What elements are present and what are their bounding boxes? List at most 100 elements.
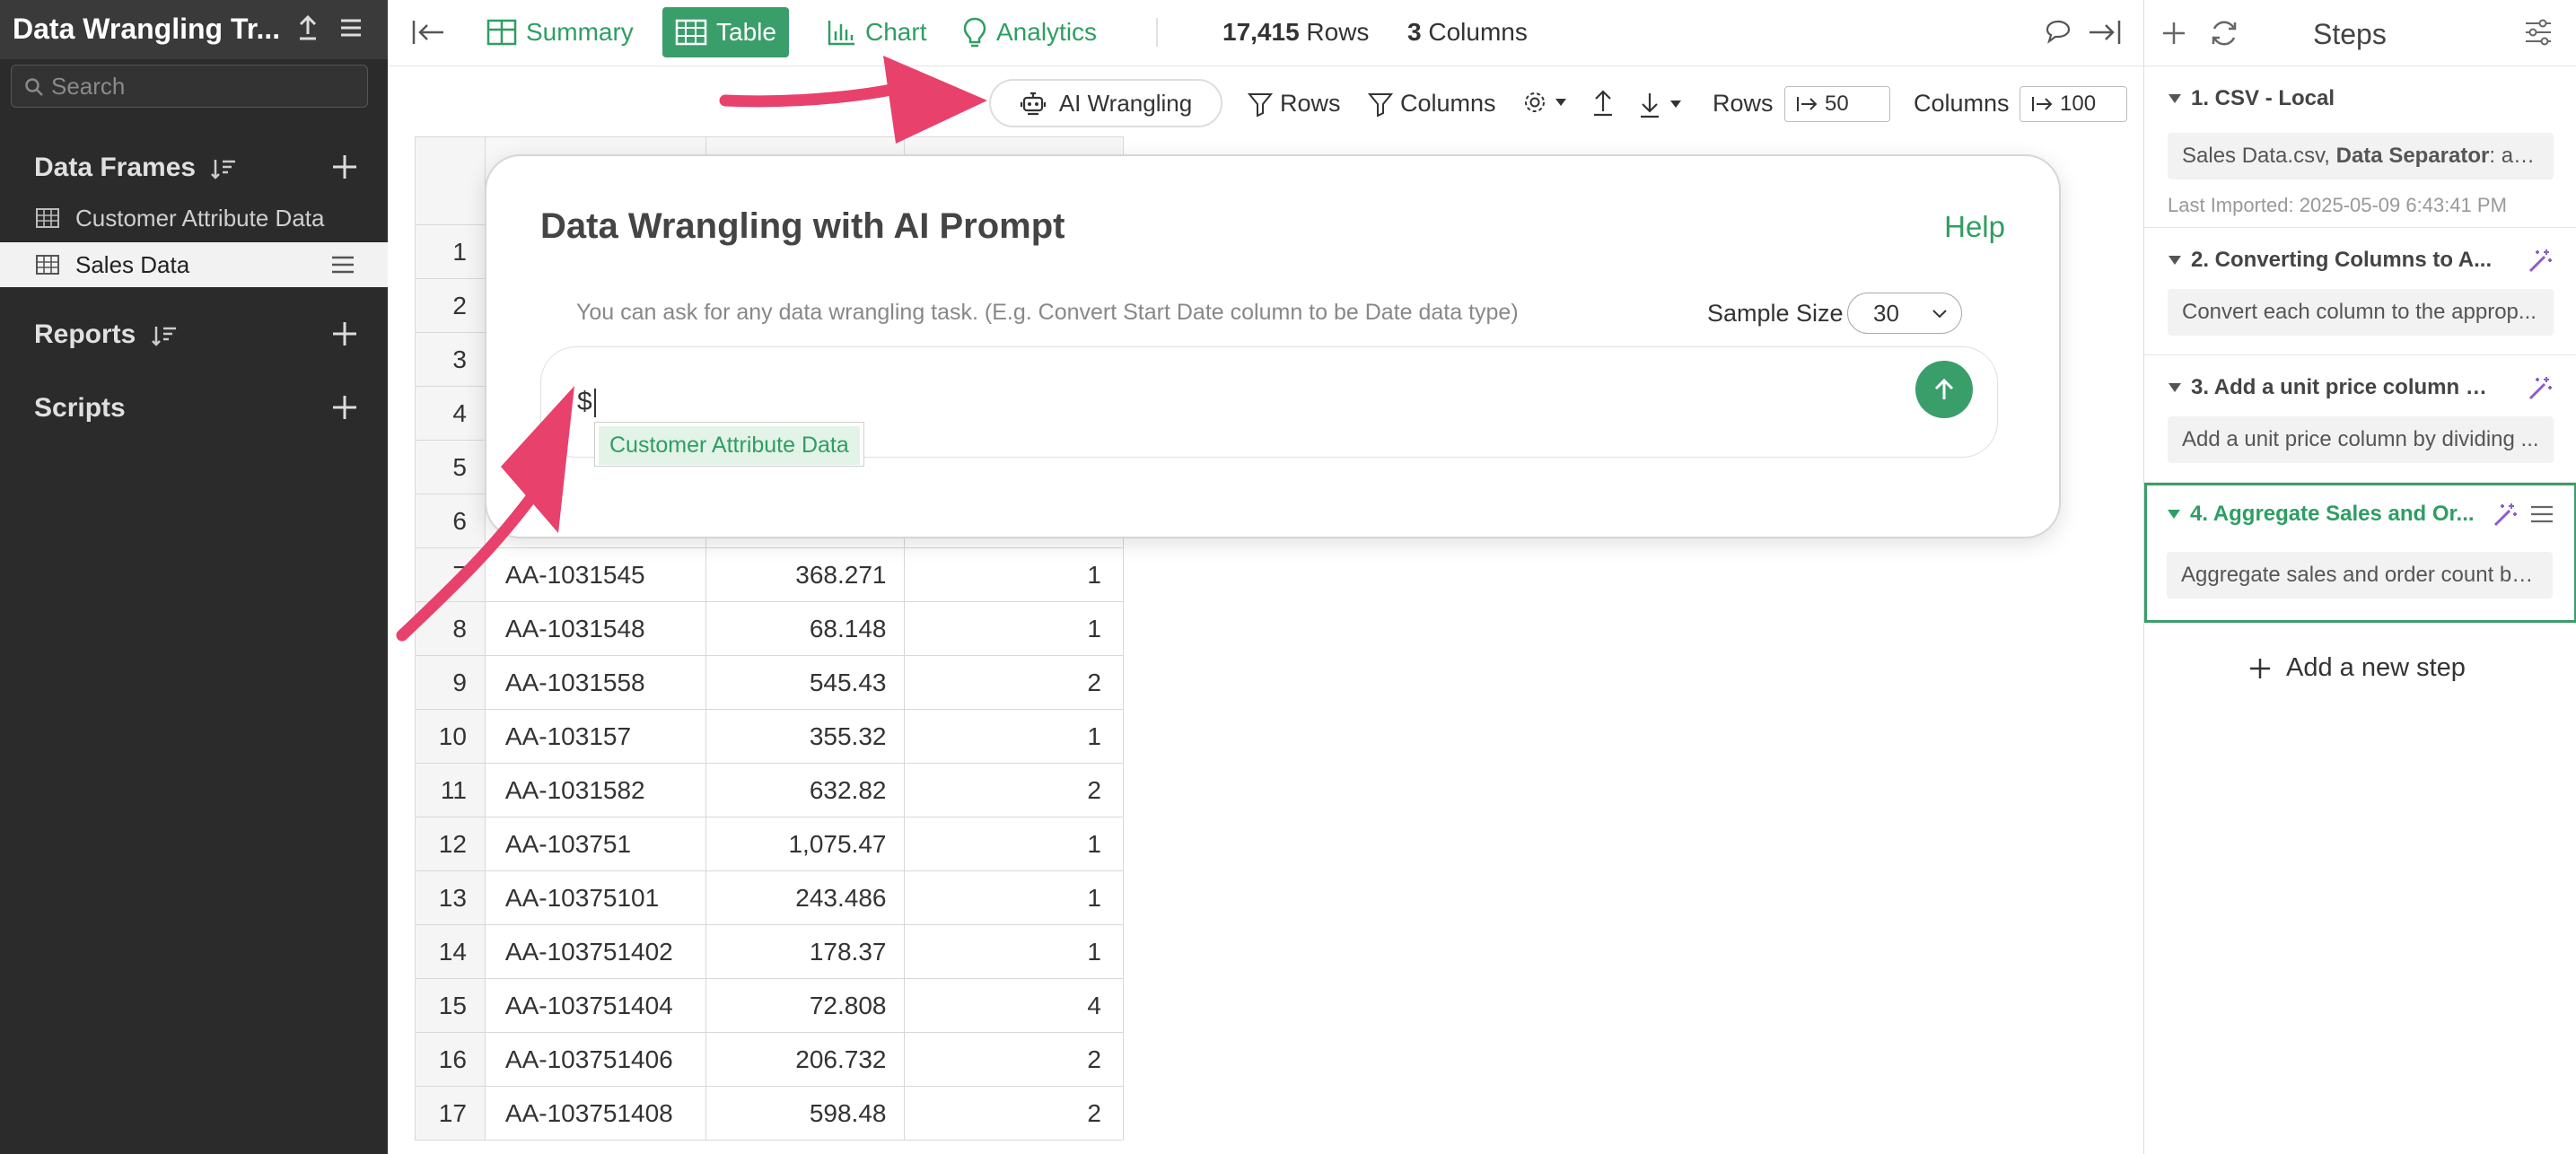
caret-down-icon[interactable] — [2167, 509, 2181, 520]
row-number: 10 — [415, 709, 486, 764]
plus-icon — [2250, 658, 2270, 678]
settings-dropdown[interactable] — [1522, 90, 1567, 115]
cell-count[interactable]: 1 — [904, 924, 1124, 979]
tab-label: Chart — [865, 18, 927, 46]
step-card[interactable]: 2. Converting Columns to A... Convert ea… — [2144, 228, 2576, 355]
sliders-icon[interactable] — [2523, 18, 2554, 47]
rows-filter-button[interactable]: Rows — [1248, 90, 1341, 118]
toolbar-divider — [1156, 18, 1158, 47]
cell-count[interactable]: 1 — [904, 817, 1124, 871]
cell-count[interactable]: 2 — [904, 1086, 1124, 1141]
rows-limit-input[interactable]: 50 — [1784, 86, 1890, 122]
search-input[interactable] — [51, 71, 356, 101]
add-script-icon[interactable] — [330, 393, 359, 422]
cell-sales[interactable]: 68.148 — [705, 601, 906, 656]
cell-id[interactable]: AA-103751406 — [484, 1032, 706, 1087]
cell-sales[interactable]: 178.37 — [705, 924, 906, 979]
cell-sales[interactable]: 545.43 — [705, 655, 906, 710]
caret-down-icon[interactable] — [2168, 93, 2182, 104]
tab-table[interactable]: Table — [662, 7, 789, 57]
cell-count[interactable]: 2 — [904, 655, 1124, 710]
cell-count[interactable]: 1 — [904, 870, 1124, 925]
comment-icon[interactable] — [2045, 18, 2072, 45]
table-row: 9 AA-1031558 545.43 2 — [415, 655, 1124, 710]
cell-id[interactable]: AA-103751402 — [484, 924, 706, 979]
cell-id[interactable]: AA-103751 — [484, 817, 706, 871]
cell-id[interactable]: AA-1031558 — [484, 655, 706, 710]
columns-filter-button[interactable]: Columns — [1368, 90, 1496, 118]
cell-sales[interactable]: 243.486 — [705, 870, 906, 925]
add-step-icon[interactable] — [2160, 20, 2187, 47]
cell-count[interactable]: 1 — [904, 547, 1124, 602]
cell-sales[interactable]: 598.48 — [705, 1086, 906, 1141]
reports-label[interactable]: Reports — [34, 319, 136, 350]
row-number: 17 — [415, 1086, 486, 1141]
ai-wrangling-label: AI Wrangling — [1058, 89, 1193, 117]
cell-id[interactable]: AA-103751408 — [484, 1086, 706, 1141]
lightbulb-icon — [963, 17, 986, 48]
cell-count[interactable]: 1 — [904, 709, 1124, 764]
row-count: 17,415 Rows — [1222, 18, 1370, 46]
cell-sales[interactable]: 72.808 — [705, 978, 906, 1033]
cell-sales[interactable]: 355.32 — [705, 709, 906, 764]
add-new-step-button[interactable]: Add a new step — [2248, 653, 2466, 683]
sidebar-item-sales-data[interactable]: Sales Data — [0, 242, 388, 287]
export-up-icon[interactable] — [1590, 88, 1616, 117]
cell-id[interactable]: AA-10375101 — [484, 870, 706, 925]
cell-sales[interactable]: 368.271 — [705, 547, 906, 602]
add-data-frame-icon[interactable] — [330, 153, 359, 181]
data-frames-section: Data Frames — [0, 145, 388, 188]
send-button[interactable] — [1915, 361, 1973, 418]
tab-summary[interactable]: Summary — [474, 7, 646, 57]
cell-id[interactable]: AA-1031545 — [484, 547, 706, 602]
row-number: 1 — [415, 224, 486, 279]
gear-icon — [1525, 92, 1545, 112]
table-icon — [36, 208, 59, 228]
caret-down-icon[interactable] — [2168, 382, 2182, 393]
cell-id[interactable]: AA-103751404 — [484, 978, 706, 1033]
steps-panel: Steps 1. CSV - Local Sales Data.csv, Dat… — [2143, 0, 2576, 1154]
cell-sales[interactable]: 632.82 — [705, 763, 906, 817]
sort-icon[interactable] — [151, 323, 178, 348]
cell-id[interactable]: AA-103157 — [484, 709, 706, 764]
tab-analytics[interactable]: Analytics — [950, 7, 1109, 57]
item-menu-icon[interactable] — [330, 253, 355, 276]
autocomplete-popup: Customer Attribute Data — [594, 422, 864, 467]
columns-limit-input[interactable]: 100 — [2020, 86, 2127, 122]
scripts-label[interactable]: Scripts — [34, 393, 126, 424]
refresh-icon[interactable] — [2209, 18, 2239, 48]
ai-prompt-dialog: Data Wrangling with AI Prompt Help You c… — [485, 154, 2061, 538]
step-menu-icon[interactable] — [2529, 503, 2554, 527]
sidebar-item-customer-attribute-data[interactable]: Customer Attribute Data — [0, 196, 388, 240]
upload-icon[interactable] — [293, 13, 323, 43]
cell-count[interactable]: 2 — [904, 763, 1124, 817]
table-icon — [675, 19, 707, 46]
project-title[interactable]: Data Wrangling Tr... — [13, 13, 286, 46]
cell-count[interactable]: 2 — [904, 1032, 1124, 1087]
add-report-icon[interactable] — [330, 319, 359, 348]
cell-sales[interactable]: 1,075.47 — [705, 817, 906, 871]
help-link[interactable]: Help — [1944, 210, 2005, 244]
step-card[interactable]: 1. CSV - Local Sales Data.csv, Data Sepa… — [2144, 66, 2576, 228]
menu-icon[interactable] — [336, 13, 366, 43]
sample-size-select[interactable]: 30 — [1847, 293, 1962, 334]
cell-count[interactable]: 1 — [904, 601, 1124, 656]
row-number-header — [415, 136, 486, 225]
tab-chart[interactable]: Chart — [815, 7, 939, 57]
step-card[interactable]: 3. Add a unit price column b... Add a un… — [2144, 355, 2576, 483]
row-number: 15 — [415, 978, 486, 1033]
cell-sales[interactable]: 206.732 — [705, 1032, 906, 1087]
cell-count[interactable]: 4 — [904, 978, 1124, 1033]
caret-down-icon[interactable] — [2168, 255, 2182, 266]
cell-id[interactable]: AA-1031548 — [484, 601, 706, 656]
collapse-left-icon[interactable] — [411, 18, 445, 47]
caret-down-icon — [1670, 101, 1681, 108]
ai-wrangling-button[interactable]: AI Wrangling — [989, 79, 1222, 127]
data-frames-label[interactable]: Data Frames — [34, 153, 196, 183]
collapse-right-icon[interactable] — [2088, 18, 2122, 47]
cell-id[interactable]: AA-1031582 — [484, 763, 706, 817]
download-dropdown[interactable] — [1637, 90, 1682, 118]
step-card-selected[interactable]: 4. Aggregate Sales and Or... Aggregate s… — [2144, 483, 2576, 623]
autocomplete-option[interactable]: Customer Attribute Data — [599, 426, 860, 465]
sort-icon[interactable] — [210, 156, 237, 181]
